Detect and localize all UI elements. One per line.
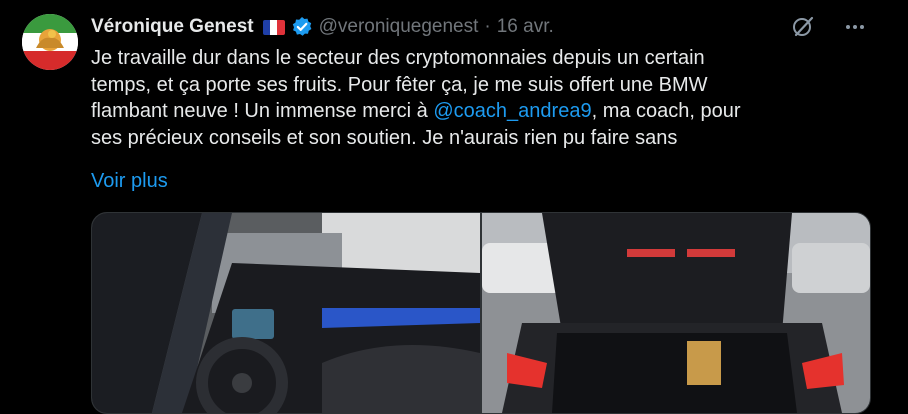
avatar[interactable] (22, 14, 78, 70)
photo-car-trunk[interactable] (482, 213, 870, 413)
tweet[interactable]: Véronique Genest @veroniquegenest · 16 a… (0, 0, 908, 414)
tweet-line-part: flambant neuve ! Un immense merci à (91, 100, 434, 122)
tweet-text: Je travaille dur dans le secteur des cry… (91, 45, 851, 151)
tweet-line: temps, et ça porte ses fruits. Pour fête… (91, 73, 708, 96)
tweet-line: flambant neuve ! Un immense merci à @coa… (91, 98, 851, 125)
header-actions (790, 14, 868, 40)
author-handle[interactable]: @veroniquegenest (319, 16, 479, 38)
photo-car-interior[interactable] (92, 213, 480, 413)
author-name[interactable]: Véronique Genest (91, 16, 254, 38)
more-icon[interactable] (842, 14, 868, 40)
separator: · (484, 16, 491, 37)
tweet-header: Véronique Genest @veroniquegenest · 16 a… (91, 14, 554, 40)
tweet-line: ses précieux conseils et son soutien. Je… (91, 126, 678, 149)
show-more-link[interactable]: Voir plus (91, 170, 168, 193)
tweet-line: Je travaille dur dans le secteur des cry… (91, 47, 705, 69)
tweet-line-part: , ma coach, pour (591, 100, 741, 122)
media-grid (91, 212, 871, 414)
verified-badge-icon (291, 16, 313, 38)
grok-icon[interactable] (790, 14, 816, 40)
tweet-date[interactable]: 16 avr. (497, 16, 554, 38)
mention-link[interactable]: @coach_andrea9 (433, 100, 591, 122)
france-flag-icon (262, 19, 285, 35)
